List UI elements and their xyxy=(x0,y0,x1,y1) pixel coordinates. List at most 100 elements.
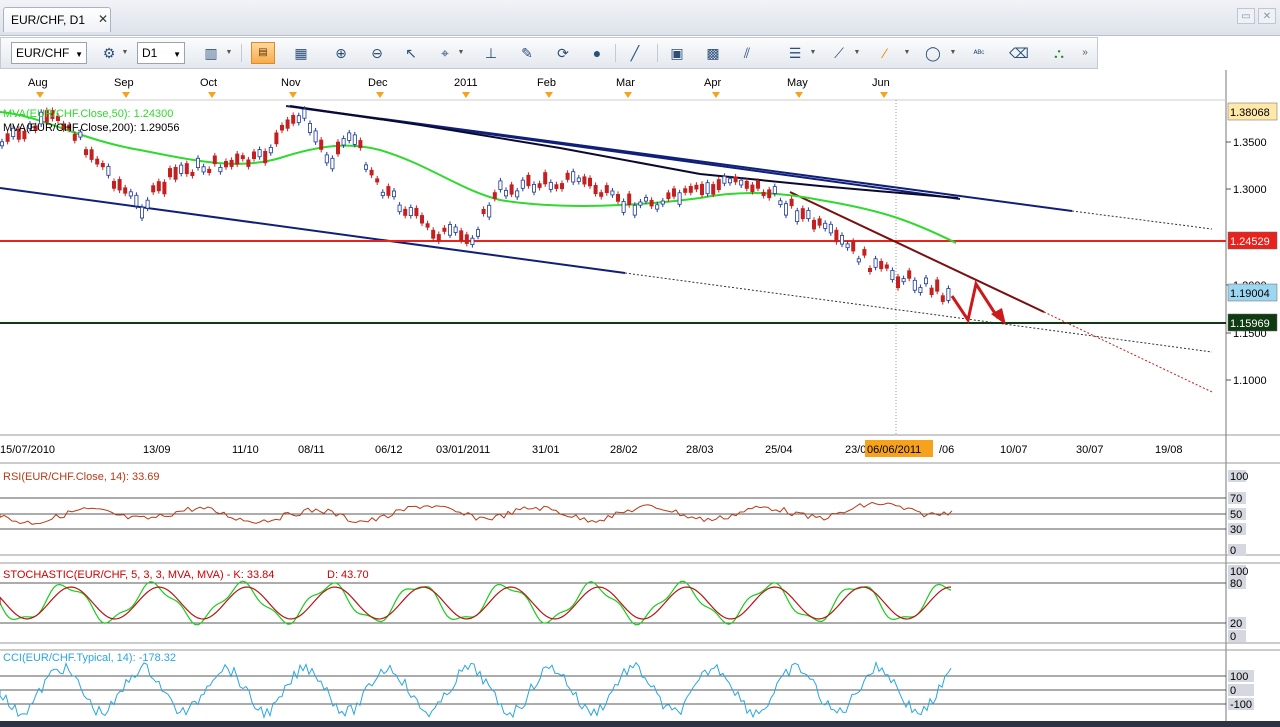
candle xyxy=(470,237,475,245)
close-window-icon[interactable]: ✕ xyxy=(1258,8,1276,24)
chart-tab-title: EUR/CHF, D1 xyxy=(11,13,86,27)
line-chart-icon[interactable]: ▦ xyxy=(289,42,313,64)
candle xyxy=(72,133,77,141)
lines-icon[interactable]: ⫽ xyxy=(735,42,759,64)
cursor-icon[interactable]: ↖ xyxy=(399,42,423,64)
month-label: Aug xyxy=(28,77,48,89)
cci-panel[interactable]: CCI(EUR/CHF.Typical, 14): -178.32 100 0 -1… xyxy=(0,649,1280,720)
price-tick-label: 1.1000 xyxy=(1233,375,1267,387)
candle xyxy=(414,207,419,217)
zoom-out-icon[interactable]: ⊖ xyxy=(365,42,389,64)
chevron-down-icon[interactable]: ▼ xyxy=(225,42,233,64)
text-icon[interactable]: ᴬᴮᶜ xyxy=(967,42,991,64)
screenshot-icon[interactable]: ▣ xyxy=(665,42,689,64)
candle xyxy=(240,155,245,159)
template-icon[interactable]: ▩ xyxy=(701,42,725,64)
candle xyxy=(335,141,340,155)
eraser-icon[interactable]: ⌫ xyxy=(1007,42,1031,64)
globe-icon[interactable]: ● xyxy=(585,42,609,64)
month-label: Dec xyxy=(368,77,388,89)
stoch-d-line xyxy=(0,586,952,620)
candle xyxy=(503,190,508,197)
stoch-k-line xyxy=(0,580,952,626)
zoom-in-icon[interactable]: ⊕ xyxy=(329,42,353,64)
more-icon[interactable]: » xyxy=(1081,42,1089,64)
chevron-down-icon[interactable]: ▼ xyxy=(121,42,129,64)
rsi-tick: 100 xyxy=(1230,471,1248,483)
chevron-down-icon[interactable]: ▼ xyxy=(903,42,911,64)
timeframe-select[interactable]: D1 ▼ xyxy=(137,42,185,64)
candle xyxy=(481,208,486,214)
refresh-icon[interactable]: ⟳ xyxy=(551,42,575,64)
fibonacci-icon[interactable]: ☰ xyxy=(783,42,807,64)
candle xyxy=(285,119,290,129)
main-price-panel[interactable]: Aug Sep Oct Nov Dec 2011 Feb Mar Apr May Jun 15/07… xyxy=(0,70,1280,727)
candle xyxy=(907,270,912,279)
candle xyxy=(795,210,800,223)
crosshair-icon[interactable]: ⌖ xyxy=(433,42,457,64)
separator xyxy=(657,44,658,62)
month-marker xyxy=(795,92,803,98)
candle xyxy=(828,223,833,234)
candle xyxy=(604,185,609,193)
price-flag-label: 1.19004 xyxy=(1230,288,1270,300)
rsi-tick: 0 xyxy=(1230,545,1236,557)
candle xyxy=(890,269,895,280)
candle xyxy=(912,279,917,291)
candle xyxy=(800,208,805,220)
month-marker xyxy=(376,92,384,98)
stoch-legend: STOCHASTIC(EUR/CHF, 5, 3, 3, MVA, MVA) -… xyxy=(3,569,274,581)
month-label: Feb xyxy=(537,77,556,89)
properties-icon[interactable]: ✎ xyxy=(515,42,539,64)
candle xyxy=(492,192,497,199)
close-tab-icon[interactable]: ✕ xyxy=(98,12,108,26)
candles-icon[interactable]: ▤ xyxy=(251,42,275,64)
candle xyxy=(235,153,240,165)
candle xyxy=(873,258,878,268)
date-label: 13/09 xyxy=(143,444,171,456)
candle xyxy=(593,185,598,195)
date-label: 31/01 xyxy=(532,444,560,456)
restore-window-icon[interactable]: ▭ xyxy=(1237,8,1255,24)
candle xyxy=(207,168,212,174)
candle xyxy=(201,166,206,173)
chevron-down-icon[interactable]: ▼ xyxy=(457,42,465,64)
chart-area[interactable]: Aug Sep Oct Nov Dec 2011 Feb Mar Apr May Jun 15/07… xyxy=(0,70,1280,727)
candle xyxy=(347,132,352,141)
candle xyxy=(173,167,178,180)
candle xyxy=(946,288,951,301)
status-bar xyxy=(0,721,1280,727)
pen-icon[interactable]: ⁄ xyxy=(873,42,897,64)
bar-chart-icon[interactable]: ▥ xyxy=(199,42,223,64)
chart-tab[interactable]: EUR/CHF, D1 ✕ xyxy=(3,7,111,32)
candle xyxy=(380,191,385,197)
candle xyxy=(134,194,139,207)
rsi-line xyxy=(0,501,953,525)
chevron-down-icon[interactable]: ▼ xyxy=(949,42,957,64)
timeframe-value: D1 xyxy=(142,46,158,60)
ruler-icon[interactable]: ╱ xyxy=(623,42,647,64)
candle xyxy=(509,184,514,195)
ellipse-icon[interactable]: ◯ xyxy=(921,42,945,64)
candle xyxy=(442,227,447,232)
candle xyxy=(862,249,867,256)
candle xyxy=(257,149,262,158)
candle xyxy=(924,277,929,285)
candle xyxy=(627,193,632,206)
rsi-panel[interactable]: RSI(EUR/CHF.Close, 14): 33.69 100 70 50 30 0 xyxy=(0,462,1280,557)
indicators-icon[interactable]: ⚙ xyxy=(97,42,121,64)
tree-icon[interactable]: ⛬ xyxy=(1047,42,1071,64)
chevron-down-icon[interactable]: ▼ xyxy=(809,42,817,64)
symbol-select[interactable]: EUR/CHF ▼ xyxy=(11,42,87,64)
candle xyxy=(688,186,693,193)
candle xyxy=(291,115,296,124)
period-separator-icon[interactable]: ⊥ xyxy=(479,42,503,64)
candle xyxy=(918,287,923,293)
month-marker xyxy=(545,92,553,98)
stochastic-panel[interactable]: STOCHASTIC(EUR/CHF, 5, 3, 3, MVA, MVA) -… xyxy=(0,562,1280,644)
chevron-down-icon[interactable]: ▼ xyxy=(853,42,861,64)
candle xyxy=(156,181,161,192)
trendline-icon[interactable]: ⟋ xyxy=(827,42,851,64)
candle xyxy=(532,184,537,193)
candle xyxy=(184,163,189,175)
